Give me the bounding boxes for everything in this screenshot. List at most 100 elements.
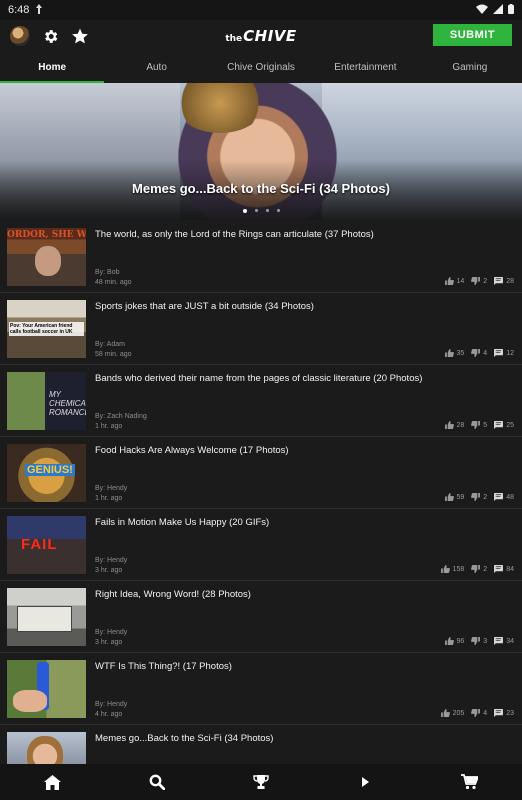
likes-count: 158 (452, 565, 465, 573)
post-stats: 28 5 25 (444, 421, 514, 429)
carousel-indicator (0, 208, 522, 213)
post-stats: 14 2 28 (444, 277, 514, 285)
hero-carousel[interactable]: Memes go...Back to the Sci-Fi (34 Photos… (0, 83, 522, 220)
thumbs-down-icon[interactable] (471, 493, 481, 501)
battery-icon (508, 3, 514, 17)
carousel-dot[interactable] (276, 209, 280, 212)
post-title[interactable]: WTF Is This Thing?! (17 Photos) (95, 661, 510, 673)
thumbs-up-icon[interactable] (440, 565, 450, 573)
post-title[interactable]: Bands who derived their name from the pa… (95, 373, 510, 385)
notification-icon (35, 3, 43, 17)
comment-icon[interactable] (494, 565, 504, 573)
tab-chive-originals[interactable]: Chive Originals (209, 52, 313, 83)
play-icon (362, 777, 370, 787)
post-title[interactable]: The world, as only the Lord of the Rings… (95, 229, 510, 241)
post-thumbnail[interactable]: FAIL (7, 516, 86, 574)
post-byline: By: Adam 58 min. ago (95, 340, 132, 359)
likes-count: 28 (456, 421, 465, 429)
thumbs-down-icon[interactable] (471, 637, 481, 645)
post-thumbnail[interactable]: GENIUS! (7, 444, 86, 502)
dislikes-count: 2 (483, 565, 488, 573)
thumbnail-hand (13, 690, 47, 712)
list-item[interactable]: WTF Is This Thing?! (17 Photos) By: Hend… (0, 653, 522, 725)
hero-title[interactable]: Memes go...Back to the Sci-Fi (34 Photos… (0, 181, 522, 196)
post-title[interactable]: Sports jokes that are JUST a bit outside… (95, 301, 510, 313)
post-stats: 205 4 23 (440, 709, 514, 717)
thumbs-down-icon[interactable] (471, 421, 481, 429)
thumbs-up-icon[interactable] (444, 637, 454, 645)
comment-icon[interactable] (494, 277, 504, 285)
post-stats: 96 3 34 (444, 637, 514, 645)
post-thumbnail[interactable] (7, 588, 86, 646)
tab-gaming[interactable]: Gaming (418, 52, 522, 83)
post-thumbnail[interactable]: ORDOR, SHE WRO (7, 228, 86, 286)
post-stats: 59 2 48 (444, 493, 514, 501)
signal-icon (493, 3, 503, 17)
list-item[interactable]: Pov: Your American friend calls football… (0, 293, 522, 365)
dislikes-count: 3 (483, 637, 488, 645)
carousel-dot[interactable] (254, 209, 258, 212)
list-item[interactable]: ORDOR, SHE WRO The world, as only the Lo… (0, 221, 522, 293)
post-thumbnail[interactable] (7, 660, 86, 718)
likes-count: 59 (456, 493, 465, 501)
post-title[interactable]: Memes go...Back to the Sci-Fi (34 Photos… (95, 733, 510, 745)
list-item[interactable]: MY CHEMICAL ROMANCE Bands who derived th… (0, 365, 522, 437)
list-item[interactable]: FAIL Fails in Motion Make Us Happy (20 G… (0, 509, 522, 581)
post-time: 4 hr. ago (95, 710, 123, 718)
thumbnail-figure (17, 606, 72, 632)
comment-icon[interactable] (494, 709, 504, 717)
post-thumbnail[interactable]: Pov: Your American friend calls football… (7, 300, 86, 358)
thumbs-up-icon[interactable] (444, 349, 454, 357)
carousel-dot[interactable] (265, 209, 269, 212)
list-item[interactable]: Right Idea, Wrong Word! (28 Photos) By: … (0, 581, 522, 653)
comment-icon[interactable] (494, 421, 504, 429)
post-author: By: Hendy (95, 701, 128, 708)
post-byline: By: Hendy 3 hr. ago (95, 628, 127, 647)
app-bar: the CHIVE SUBMIT (0, 20, 522, 52)
gear-icon[interactable] (40, 26, 60, 46)
comment-icon[interactable] (494, 637, 504, 645)
avatar[interactable] (10, 26, 30, 46)
post-thumbnail[interactable]: MY CHEMICAL ROMANCE (7, 372, 86, 430)
post-author: By: Zach Nading (95, 413, 147, 420)
post-time: 1 hr. ago (95, 422, 123, 430)
comments-count: 84 (506, 565, 514, 573)
post-byline: By: Bob 48 min. ago (95, 268, 132, 287)
nav-home[interactable] (0, 764, 104, 800)
thumbs-up-icon[interactable] (440, 709, 450, 717)
dislikes-count: 5 (483, 421, 488, 429)
thumbnail-caption: ORDOR, SHE WRO (7, 230, 86, 240)
thumbs-down-icon[interactable] (471, 565, 481, 573)
carousel-dot[interactable] (242, 208, 247, 213)
comment-icon[interactable] (494, 349, 504, 357)
list-item[interactable]: GENIUS! Food Hacks Are Always Welcome (1… (0, 437, 522, 509)
nav-shop[interactable] (418, 764, 522, 800)
nav-trophy[interactable] (209, 764, 313, 800)
thumbs-down-icon[interactable] (471, 349, 481, 357)
tab-entertainment[interactable]: Entertainment (313, 52, 417, 83)
thumbnail-caption: FAIL (21, 536, 58, 553)
post-title[interactable]: Fails in Motion Make Us Happy (20 GIFs) (95, 517, 510, 529)
thumbs-up-icon[interactable] (444, 277, 454, 285)
thumbs-up-icon[interactable] (444, 493, 454, 501)
comments-count: 34 (506, 637, 514, 645)
thumbs-up-icon[interactable] (444, 421, 454, 429)
comment-icon[interactable] (494, 493, 504, 501)
bottom-nav (0, 764, 522, 800)
thumbs-down-icon[interactable] (471, 277, 481, 285)
star-icon[interactable] (70, 26, 90, 46)
post-time: 3 hr. ago (95, 566, 123, 574)
submit-button[interactable]: SUBMIT (433, 24, 512, 46)
post-title[interactable]: Right Idea, Wrong Word! (28 Photos) (95, 589, 510, 601)
tab-home[interactable]: Home (0, 52, 105, 83)
nav-search[interactable] (104, 764, 208, 800)
thumbs-down-icon[interactable] (471, 709, 481, 717)
cart-icon (461, 774, 479, 790)
dislikes-count: 4 (483, 709, 488, 717)
status-bar: 6:48 (0, 0, 522, 20)
tab-auto[interactable]: Auto (104, 52, 208, 83)
thumbnail-figure (35, 246, 61, 276)
post-title[interactable]: Food Hacks Are Always Welcome (17 Photos… (95, 445, 510, 457)
nav-video[interactable] (313, 764, 417, 800)
post-stats: 35 4 12 (444, 349, 514, 357)
